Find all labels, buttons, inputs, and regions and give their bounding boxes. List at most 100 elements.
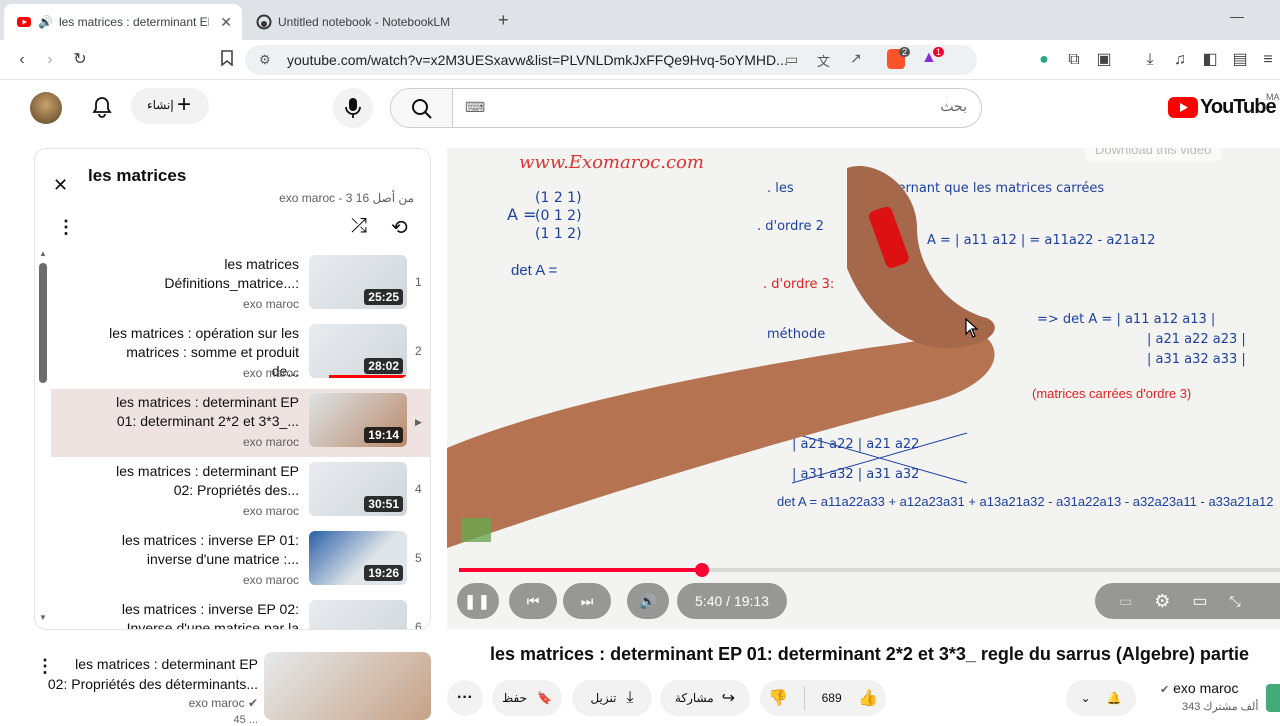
fullscreen-icon[interactable]: ⤡ [1230, 593, 1241, 610]
playlist-item-current[interactable]: les matrices : determinant EP 01: determi… [51, 389, 430, 457]
progress-scrubber[interactable] [695, 563, 710, 577]
pause-button[interactable]: ❚❚ [457, 583, 499, 619]
new-tab-icon[interactable]: + [498, 10, 509, 31]
recommendation-title: les matrices : determinant EP 02: Proprié… [47, 656, 258, 692]
search-input[interactable]: بحث [940, 98, 967, 115]
svg-text:méthode: méthode [767, 327, 825, 342]
more-options-icon[interactable]: ⋮ [57, 217, 75, 238]
address-bar[interactable]: ⚙ youtube.com/watch?v=x2M3UESxavw&list=P… [245, 45, 977, 75]
sidebar-icon[interactable]: ◧ [1200, 50, 1220, 70]
dislike-icon[interactable]: 👎 [768, 688, 788, 708]
youtube-logo-icon [1168, 97, 1198, 118]
playlist-item-channel: exo maroc [242, 297, 299, 311]
playlist-item-channel: exo maroc [242, 504, 299, 518]
playlist-item[interactable]: les matrices : opération sur les matrices… [51, 320, 430, 388]
downloads-icon[interactable]: ⤓ [1140, 50, 1160, 70]
reload-icon[interactable]: ↻ [70, 50, 90, 70]
share-page-icon[interactable]: ↗ [850, 50, 862, 67]
svg-text:. les: . les [767, 181, 794, 196]
recommendation-item[interactable]: ⋮ les matrices : determinant EP 02: Propr… [34, 652, 434, 726]
playlist-item[interactable]: les matrices : inverse EP 01: inverse d'u… [51, 527, 430, 595]
duration-badge: 30:51 [364, 496, 403, 512]
playlist-item-thumbnail[interactable]: 25:25 [309, 255, 407, 309]
save-label: حفظ [502, 691, 527, 705]
youtube-logo-text: YouTube [1200, 96, 1277, 118]
playlist-item-thumbnail[interactable]: 19:14 [309, 393, 407, 447]
close-playlist-icon[interactable]: ✕ [53, 175, 68, 196]
forward-icon[interactable]: › [40, 50, 60, 70]
create-button[interactable]: إنشاء + [131, 88, 209, 124]
tab-search-icon[interactable]: ▣ [1094, 50, 1114, 70]
next-button[interactable]: ⏭ [563, 583, 611, 619]
svg-text:| a31 a32 a33 |: | a31 a32 a33 | [1147, 352, 1246, 367]
playlist-item-index: 1 [415, 275, 422, 289]
settings-gear-icon[interactable]: ⚙ [1154, 591, 1170, 612]
create-label: إنشاء [147, 98, 174, 112]
subscribe-notifications-button[interactable]: ⌄ 🔔 [1066, 680, 1136, 716]
loop-icon[interactable]: ⟲ [391, 215, 408, 240]
translate-icon[interactable]: 文 [817, 51, 830, 70]
download-video-button[interactable]: Download this video [1085, 148, 1222, 161]
scroll-up-icon[interactable]: ▲ [39, 249, 47, 258]
recommendation-thumbnail[interactable] [264, 652, 431, 720]
extension-globe-icon[interactable]: ● [1034, 50, 1054, 70]
menu-icon[interactable]: ≡ [1258, 50, 1278, 70]
cast-icon[interactable]: ▭ [785, 51, 798, 68]
bookmark-icon[interactable] [217, 50, 237, 70]
playlist-item[interactable]: les matrices : inverse EP 02: Inverse d'u… [51, 596, 430, 629]
more-actions-button[interactable]: ··· [447, 680, 483, 716]
minimize-icon[interactable]: — [1230, 8, 1244, 24]
progress-track[interactable] [459, 563, 1280, 577]
playlist-item[interactable]: les matrices : determinant EP 02: Proprié… [51, 458, 430, 526]
next-icon: ⏭ [580, 592, 594, 609]
voice-search-button[interactable] [333, 88, 373, 128]
recommendation-meta: 45 ... [233, 714, 258, 726]
save-button[interactable]: حفظ 🔖 [492, 680, 562, 716]
scrollbar-thumb[interactable] [39, 263, 47, 383]
keyboard-icon[interactable]: ⌨ [465, 99, 485, 116]
playlist-item-thumbnail[interactable]: 28:02 [309, 324, 407, 378]
scroll-down-icon[interactable]: ▼ [39, 613, 47, 622]
playlist-item-thumbnail[interactable] [309, 600, 407, 629]
subtitles-icon[interactable]: ▭ [1119, 593, 1132, 610]
duration-badge: 25:25 [364, 289, 403, 305]
tab-youtube[interactable]: 🔊 les matrices : determinant EP ✕ [4, 4, 242, 40]
media-icon[interactable]: ♫ [1170, 50, 1190, 70]
channel-name[interactable]: ✔ exo maroc [1160, 680, 1238, 696]
playlist-item[interactable]: les matrices Définitions_matrice...: exo … [51, 251, 430, 319]
svg-text:. d'ordre 2: . d'ordre 2 [757, 219, 824, 234]
channel-avatar[interactable] [1266, 684, 1280, 712]
like-icon[interactable]: 👍 [858, 688, 878, 708]
svg-text:| a31 a32 | a31 a32: | a31 a32 | a31 a32 [792, 467, 919, 482]
share-button[interactable]: مشاركة ↪ [660, 680, 750, 716]
right-controls: ▭ ⚙ ▭ ⤡ [1095, 583, 1280, 619]
avatar[interactable] [30, 92, 62, 124]
speaker-icon: 🔊 [38, 15, 53, 29]
board-det-label: det A = [511, 262, 558, 279]
browser-toolbar: ‹ › ↻ ⚙ youtube.com/watch?v=x2M3UESxavw&… [0, 40, 1280, 80]
playlist-item-channel: exo maroc [242, 573, 299, 587]
extensions-puzzle-icon[interactable]: ⧉ [1064, 50, 1084, 70]
theater-mode-icon[interactable]: ▭ [1192, 591, 1207, 611]
site-info-icon[interactable]: ⚙ [259, 52, 271, 68]
svg-text:| a21 a22 a23 |: | a21 a22 a23 | [1147, 332, 1246, 347]
close-tab-icon[interactable]: ✕ [220, 14, 232, 31]
notifications-bell-icon[interactable] [92, 96, 112, 123]
search-button[interactable] [391, 89, 453, 127]
download-button[interactable]: تنزيل ⤓ [572, 680, 652, 716]
tab-title: Untitled notebook - NotebookLM [278, 15, 451, 29]
back-icon[interactable]: ‹ [12, 50, 32, 70]
volume-button[interactable]: 🔊 [627, 583, 669, 619]
board-formula: det A = a11a22a33 + a12a23a31 + a13a21a3… [777, 494, 1274, 509]
wallet-icon[interactable]: ▤ [1230, 50, 1250, 70]
playlist-item-thumbnail[interactable]: 19:26 [309, 531, 407, 585]
playlist-title[interactable]: les matrices [88, 166, 186, 186]
previous-button[interactable]: ⏮ [509, 583, 557, 619]
playlist-item-thumbnail[interactable]: 30:51 [309, 462, 407, 516]
search-box[interactable]: ⌨ بحث [390, 88, 982, 128]
shuffle-icon[interactable]: ⤮ [351, 215, 367, 238]
video-player[interactable]: A = (1 2 1) (0 1 2) (1 1 2) méthode . le… [447, 148, 1280, 629]
browser-tab-bar: 🔊 les matrices : determinant EP ✕ Untitl… [0, 0, 1280, 40]
notebooklm-favicon-icon [256, 14, 272, 30]
tab-notebooklm[interactable]: Untitled notebook - NotebookLM [244, 4, 484, 40]
